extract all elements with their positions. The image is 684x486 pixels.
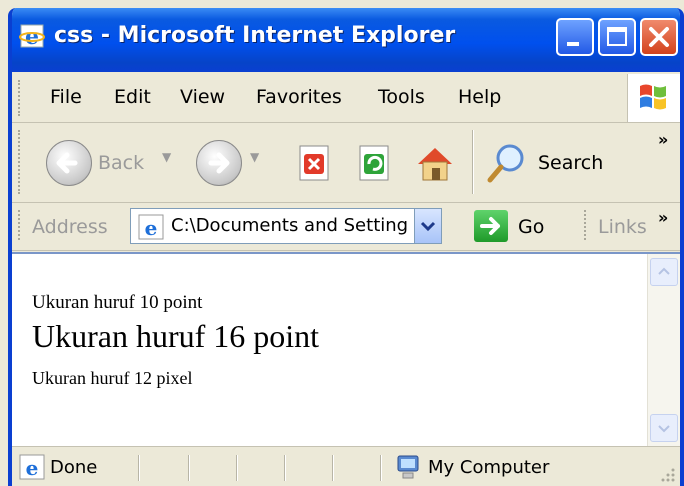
go-button[interactable] [474,210,508,242]
close-button[interactable] [640,18,678,56]
vertical-scrollbar[interactable] [647,254,680,446]
status-separator [138,455,140,481]
menu-view[interactable]: View [180,86,225,108]
go-arrow-icon [480,217,500,235]
back-button[interactable] [46,140,92,186]
svg-text:e: e [145,216,158,240]
minimize-button[interactable] [556,18,594,56]
status-separator [188,455,190,481]
close-icon [649,27,669,47]
chevron-down-icon [658,425,670,433]
links-grip[interactable] [584,210,589,240]
back-arrow-icon [56,152,78,174]
status-separator [380,455,382,481]
menu-edit[interactable]: Edit [114,86,151,108]
status-separator [332,455,334,481]
address-value: C:\Documents and Setting [171,215,409,236]
chevron-down-icon [420,221,436,232]
back-dropdown-icon[interactable]: ▼ [162,150,171,164]
menu-favorites[interactable]: Favorites [256,86,342,108]
addressbar-grip[interactable] [18,210,23,240]
page-content: Ukuran huruf 10 point Ukuran huruf 16 po… [12,252,680,446]
chevron-up-icon [658,267,670,275]
status-separator [284,455,286,481]
windows-logo [627,74,680,122]
address-label: Address [32,216,108,238]
status-text: Done [50,457,98,478]
menubar-grip[interactable] [18,80,23,116]
menu-file[interactable]: File [50,86,82,108]
refresh-icon[interactable] [352,140,398,186]
scroll-down-button[interactable] [650,414,678,442]
back-label[interactable]: Back [98,152,144,174]
forward-button[interactable] [196,140,242,186]
zone-text: My Computer [428,457,550,478]
links-chevron-icon[interactable]: » [658,208,668,227]
windows-flag-icon [640,84,666,110]
svg-text:e: e [25,24,39,50]
forward-arrow-icon [208,152,230,174]
home-icon[interactable] [412,140,458,186]
maximize-button[interactable] [598,18,636,56]
browser-window: e css - Microsoft Internet Explorer File… [8,8,684,486]
menu-tools[interactable]: Tools [378,86,425,108]
title-bar[interactable]: e css - Microsoft Internet Explorer [12,8,680,72]
links-label[interactable]: Links [598,216,647,238]
text-16pt: Ukuran huruf 16 point [32,318,320,354]
menu-bar: File Edit View Favorites Tools Help [12,74,680,123]
toolbar-chevron-icon[interactable]: » [658,130,668,149]
ie-logo-icon: e [19,24,45,50]
address-bar: Address e C:\Documents and Setting Go Li… [12,204,680,251]
forward-dropdown-icon[interactable]: ▼ [250,150,259,164]
svg-text:e: e [26,456,39,480]
text-10pt: Ukuran huruf 10 point [32,292,203,313]
maximize-icon [607,27,627,46]
page-ie-icon: e [138,214,164,240]
page-status-icon: e [19,454,45,480]
status-bar: e Done My Computer [12,446,680,486]
standard-toolbar: Back ▼ ▼ Search » [12,124,680,203]
window-title: css - Microsoft Internet Explorer [54,23,456,48]
search-icon[interactable] [484,140,530,186]
address-input[interactable]: e C:\Documents and Setting [130,208,442,244]
minimize-icon [567,42,579,46]
search-label[interactable]: Search [538,152,603,174]
menu-help[interactable]: Help [458,86,501,108]
my-computer-icon [397,455,419,479]
go-label[interactable]: Go [518,216,544,238]
toolbar-separator [472,130,474,194]
status-separator [236,455,238,481]
text-12px: Ukuran huruf 12 pixel [32,368,193,388]
address-dropdown-button[interactable] [414,209,441,243]
scroll-up-button[interactable] [650,258,678,286]
stop-icon[interactable] [292,140,338,186]
resize-grip-icon[interactable] [658,465,676,483]
toolbar-grip[interactable] [18,130,23,194]
